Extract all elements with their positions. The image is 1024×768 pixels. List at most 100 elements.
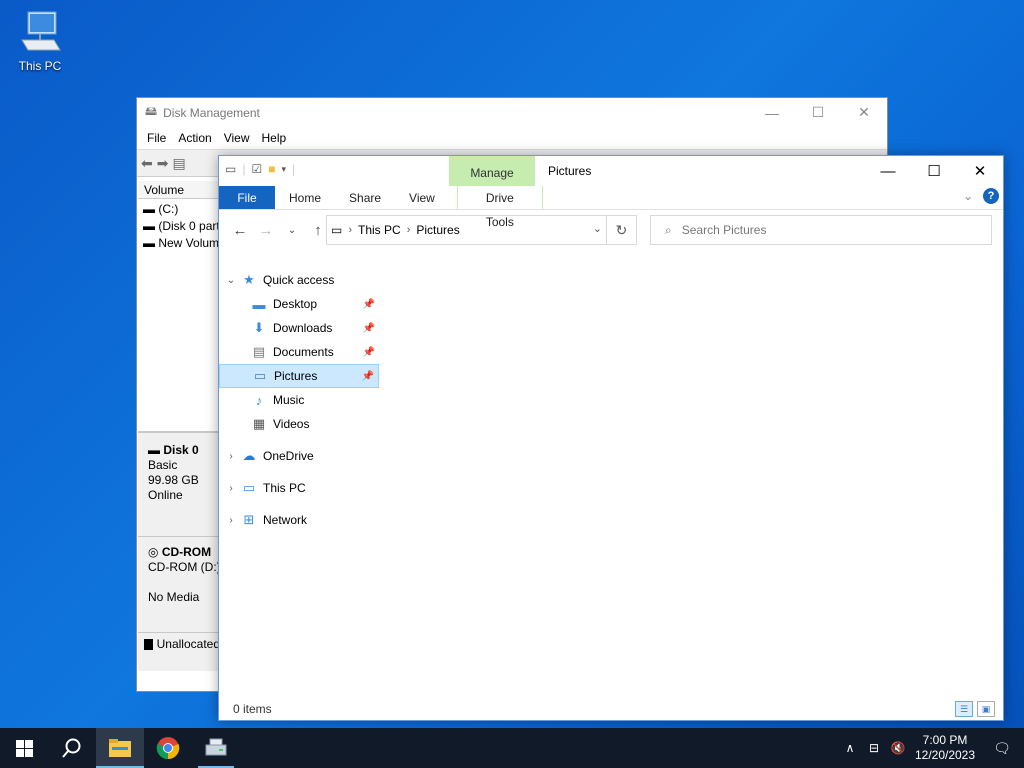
volume-column-header[interactable]: Volume bbox=[138, 181, 220, 199]
chevron-down-icon[interactable]: ⌄ bbox=[221, 275, 241, 286]
large-icons-view-icon[interactable]: ▣ bbox=[977, 701, 995, 717]
search-icon: ⌕ bbox=[665, 222, 672, 237]
help-icon[interactable]: ? bbox=[983, 188, 999, 204]
volume-list: ▬ (C:) ▬ (Disk 0 part ▬ New Volum bbox=[143, 202, 223, 253]
chrome-icon bbox=[156, 737, 180, 760]
pin-icon: 📌 bbox=[361, 370, 374, 382]
explorer-app-icon: ▭ bbox=[225, 162, 237, 176]
tab-share[interactable]: Share bbox=[335, 186, 395, 209]
file-explorer-taskbar-button[interactable] bbox=[96, 728, 144, 768]
disk-layout-pane: ▬ Disk 0 Basic 99.98 GB Online ◎ CD-ROM … bbox=[138, 431, 220, 671]
customize-toolbar-icon[interactable]: ▾ bbox=[281, 164, 286, 175]
chevron-up-icon[interactable]: ∧ bbox=[838, 741, 862, 755]
nav-quick-access[interactable]: ⌄ ★ Quick access bbox=[219, 268, 379, 292]
videos-icon: ▦ bbox=[252, 416, 266, 431]
explorer-titlebar[interactable]: ▭ | ☑ ■ ▾ | Manage Pictures — ☐ ✕ bbox=[219, 156, 1003, 186]
network-icon: ⊞ bbox=[243, 512, 255, 527]
ribbon-tabs: File Home Share View Drive Tools ⌄ ? bbox=[219, 186, 1003, 229]
breadcrumb-pictures[interactable]: Pictures bbox=[416, 223, 459, 237]
forward-button[interactable]: → bbox=[255, 222, 277, 239]
minimize-button[interactable]: — bbox=[865, 156, 911, 186]
notification-center-icon[interactable]: 🗨 bbox=[980, 740, 1024, 757]
view-switcher: ☰ ▣ bbox=[955, 701, 995, 717]
network-status-icon[interactable]: ⊟ bbox=[862, 741, 886, 755]
nav-item-desktop[interactable]: ▬ Desktop 📌 bbox=[219, 292, 379, 316]
pin-icon: 📌 bbox=[362, 322, 375, 334]
status-item-count: 0 items bbox=[233, 702, 272, 716]
tab-manage[interactable]: Manage bbox=[449, 156, 535, 186]
menu-help[interactable]: Help bbox=[256, 131, 293, 145]
disk-management-title: Disk Management bbox=[163, 105, 260, 120]
menu-file[interactable]: File bbox=[141, 131, 172, 145]
desktop-icon: ▬ bbox=[252, 296, 266, 312]
nav-item-videos[interactable]: ▦ Videos bbox=[219, 412, 379, 436]
close-button[interactable]: ✕ bbox=[957, 156, 1003, 186]
nav-item-documents[interactable]: ▤ Documents 📌 bbox=[219, 340, 379, 364]
nav-item-pictures[interactable]: ▭ Pictures 📌 bbox=[219, 364, 379, 388]
tab-view[interactable]: View bbox=[395, 186, 449, 209]
search-box[interactable]: ⌕ bbox=[650, 215, 992, 245]
new-folder-icon[interactable]: ■ bbox=[268, 162, 275, 176]
address-bar[interactable]: ▭ › This PC › Pictures ⌄ ↻ bbox=[326, 215, 637, 245]
system-tray: ∧ ⊟ 🔇 7:00 PM 12/20/2023 🗨 bbox=[838, 728, 1024, 768]
nav-this-pc[interactable]: › ▭ This PC bbox=[219, 476, 379, 500]
properties-check-icon[interactable]: ☑ bbox=[251, 162, 262, 176]
search-icon bbox=[62, 738, 81, 758]
computer-icon bbox=[21, 11, 61, 51]
pin-icon: 📌 bbox=[362, 346, 375, 358]
file-explorer-window[interactable]: ▭ | ☑ ■ ▾ | Manage Pictures — ☐ ✕ File H… bbox=[218, 155, 1004, 721]
expand-ribbon-chevron-icon[interactable]: ⌄ bbox=[963, 189, 973, 203]
taskbar-clock[interactable]: 7:00 PM 12/20/2023 bbox=[910, 733, 980, 763]
address-row: ← → ⌄ ↑ ▭ › This PC › Pictures ⌄ ↻ ⌕ bbox=[219, 210, 1003, 250]
cloud-icon: ☁ bbox=[242, 448, 256, 463]
properties-icon[interactable]: ▤ bbox=[172, 155, 185, 172]
pictures-icon: ▭ bbox=[253, 368, 267, 383]
tab-home[interactable]: Home bbox=[275, 186, 335, 209]
maximize-button[interactable]: ☐ bbox=[911, 156, 957, 186]
volume-muted-icon[interactable]: 🔇 bbox=[886, 741, 910, 755]
refresh-button[interactable]: ↻ bbox=[606, 216, 636, 244]
forward-arrow-icon[interactable]: ➡ bbox=[157, 155, 169, 172]
start-button[interactable] bbox=[0, 728, 48, 768]
disk-management-icon bbox=[205, 738, 227, 756]
unallocated-swatch bbox=[144, 638, 153, 650]
volume-row[interactable]: ▬ (C:) bbox=[143, 202, 223, 219]
maximize-button[interactable]: ☐ bbox=[795, 98, 841, 127]
menu-view[interactable]: View bbox=[218, 131, 256, 145]
tab-file[interactable]: File bbox=[219, 186, 275, 209]
music-icon: ♪ bbox=[255, 392, 263, 408]
close-button[interactable]: ✕ bbox=[841, 98, 887, 127]
menu-action[interactable]: Action bbox=[172, 131, 217, 145]
disk-management-taskbar-button[interactable] bbox=[192, 728, 240, 768]
disk0-info[interactable]: ▬ Disk 0 Basic 99.98 GB Online bbox=[138, 433, 220, 537]
back-arrow-icon[interactable]: ⬅ bbox=[141, 155, 153, 172]
chevron-right-icon[interactable]: › bbox=[221, 451, 241, 462]
tab-drive-tools[interactable]: Drive Tools bbox=[456, 186, 543, 229]
volume-row[interactable]: ▬ (Disk 0 part bbox=[143, 219, 223, 236]
minimize-button[interactable]: — bbox=[749, 98, 795, 127]
nav-onedrive[interactable]: › ☁ OneDrive bbox=[219, 444, 379, 468]
pictures-location-icon: ▭ bbox=[331, 223, 343, 237]
search-taskbar-button[interactable] bbox=[48, 728, 96, 768]
desktop-icon-label: This PC bbox=[18, 59, 62, 73]
cdrom-info[interactable]: ◎ CD-ROM CD-ROM (D:) No Media bbox=[138, 537, 220, 633]
recent-locations-chevron-icon[interactable]: ⌄ bbox=[281, 225, 303, 236]
details-view-icon[interactable]: ☰ bbox=[955, 701, 973, 717]
nav-item-downloads[interactable]: ⬇ Downloads 📌 bbox=[219, 316, 379, 340]
documents-icon: ▤ bbox=[252, 344, 266, 359]
nav-item-music[interactable]: ♪ Music bbox=[219, 388, 379, 412]
nav-network[interactable]: › ⊞ Network bbox=[219, 508, 379, 532]
chevron-right-icon[interactable]: › bbox=[221, 483, 241, 494]
unallocated-legend: Unallocated bbox=[138, 633, 220, 651]
downloads-icon: ⬇ bbox=[253, 320, 265, 335]
pin-icon: 📌 bbox=[362, 298, 375, 310]
chrome-taskbar-button[interactable] bbox=[144, 728, 192, 768]
star-icon: ★ bbox=[243, 272, 255, 287]
desktop-icon-this-pc[interactable]: This PC bbox=[12, 10, 68, 73]
chevron-right-icon[interactable]: › bbox=[221, 515, 241, 526]
breadcrumb-this-pc[interactable]: This PC bbox=[358, 223, 401, 237]
back-button[interactable]: ← bbox=[229, 222, 251, 239]
address-dropdown-icon[interactable]: ⌄ bbox=[593, 222, 602, 235]
volume-row[interactable]: ▬ New Volum bbox=[143, 236, 223, 253]
search-input[interactable] bbox=[681, 223, 942, 237]
